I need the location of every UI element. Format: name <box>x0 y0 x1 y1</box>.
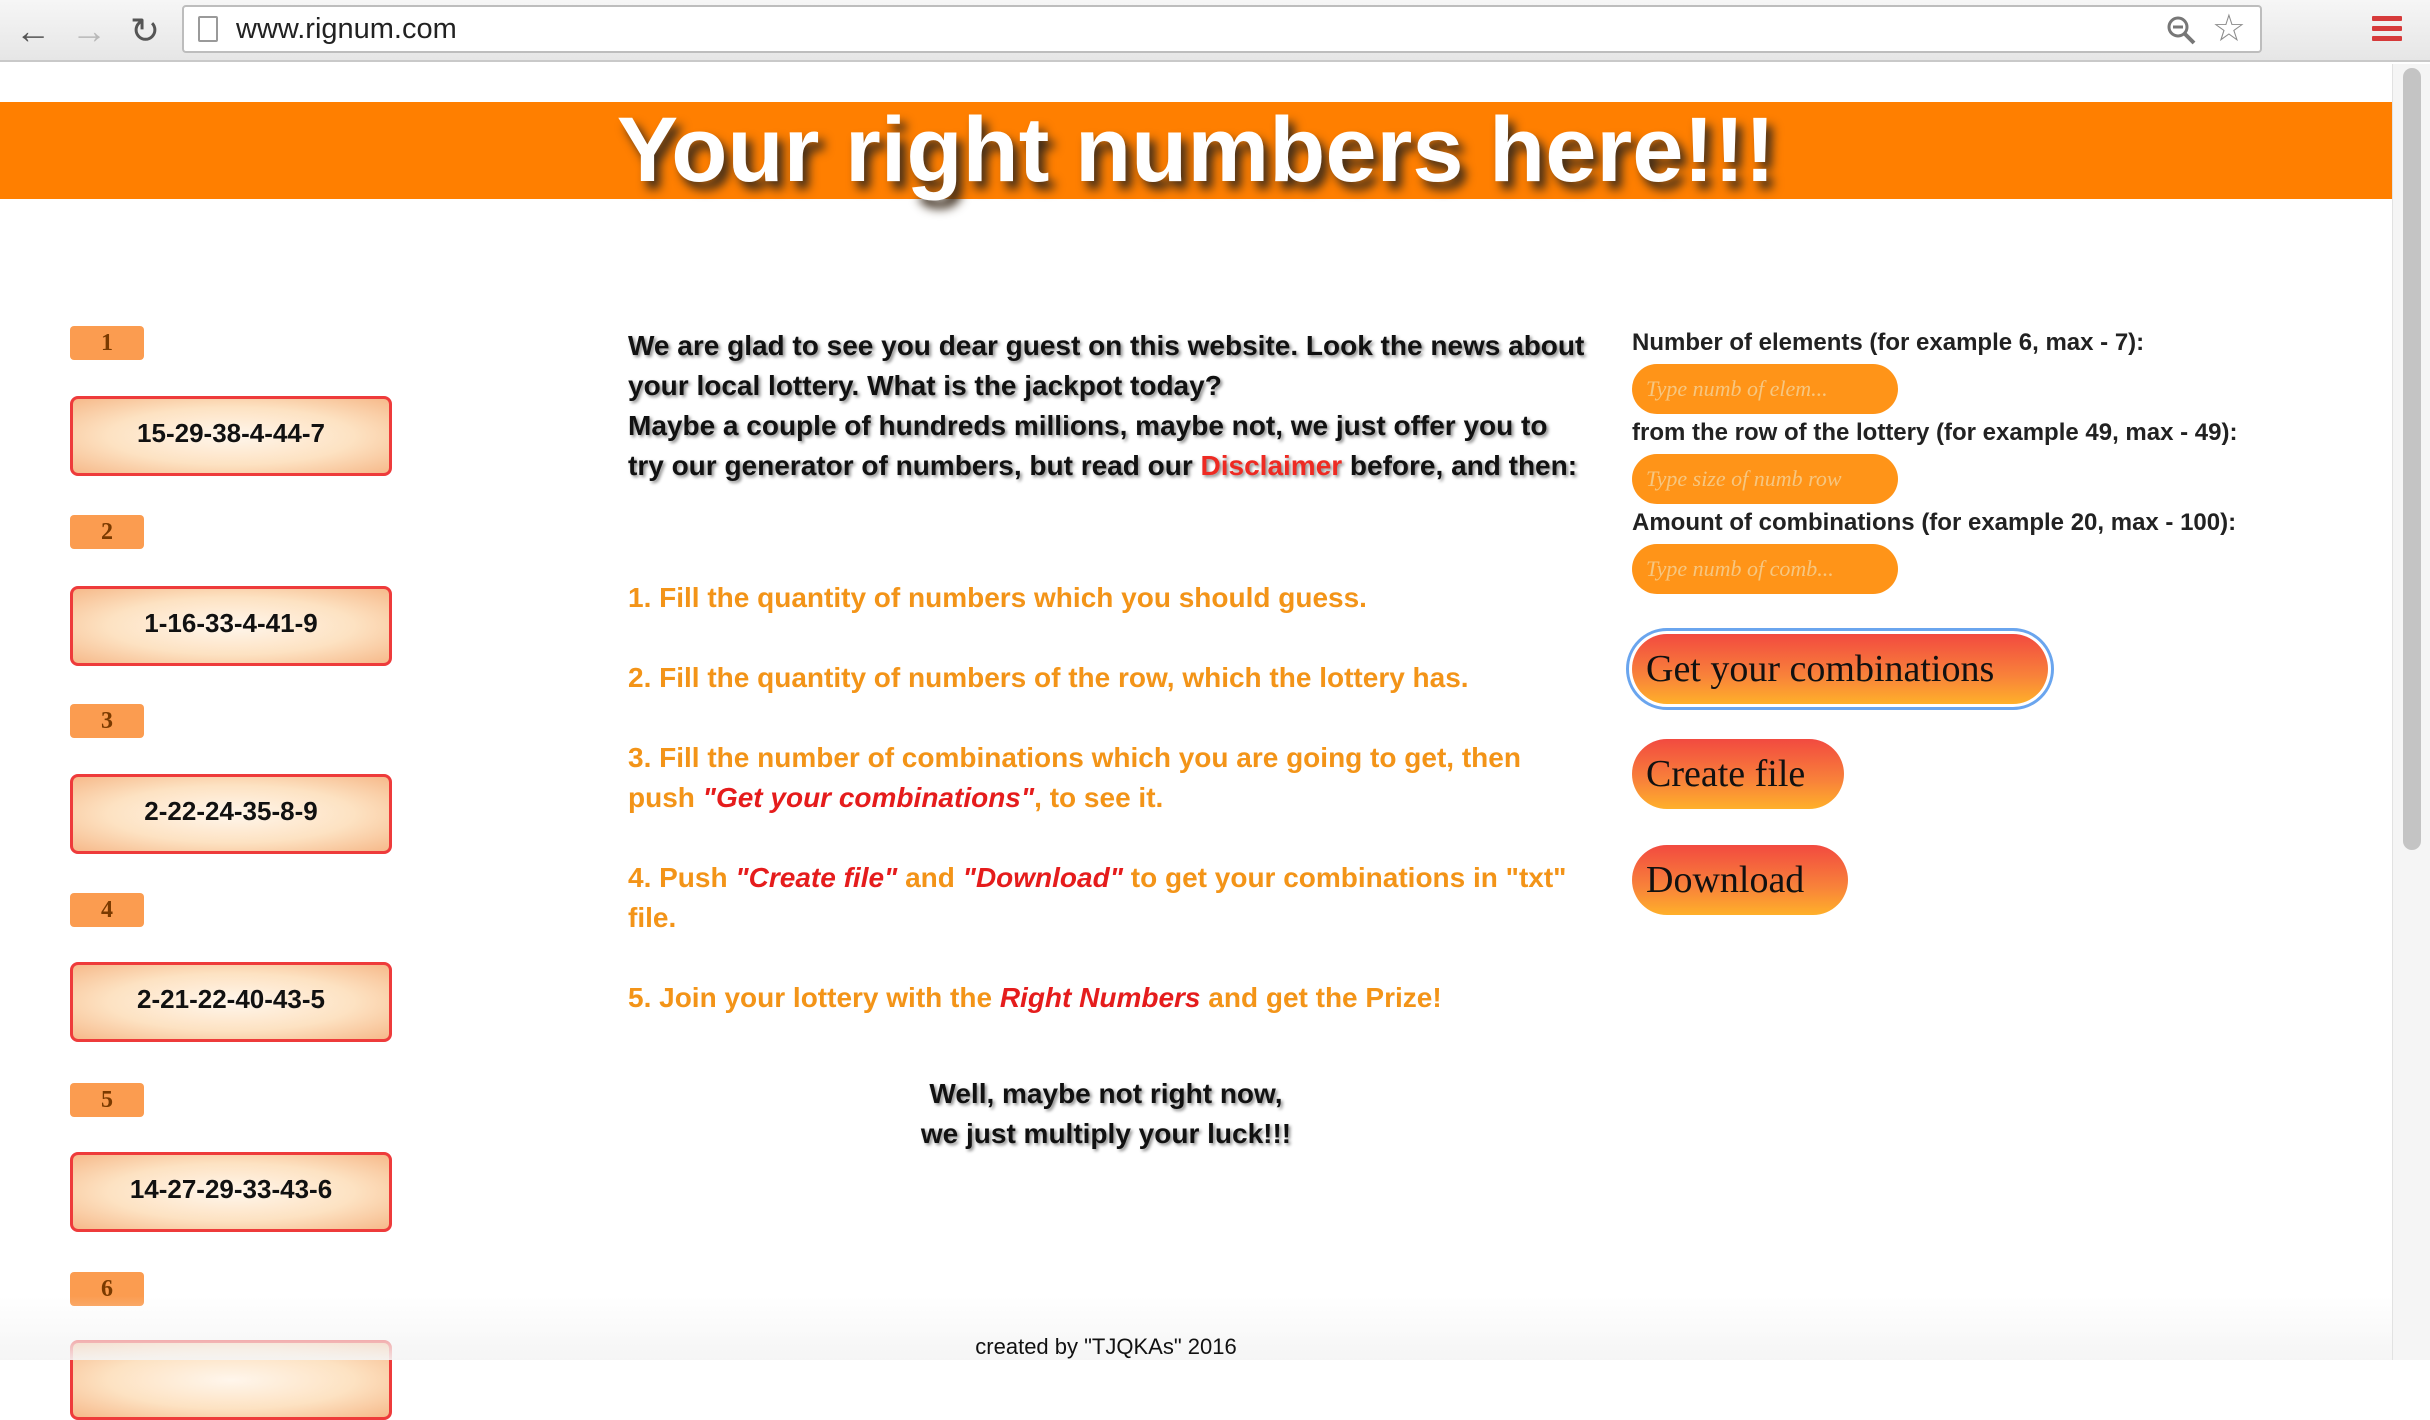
intro-line: We are glad to see you dear guest on thi… <box>628 330 1585 401</box>
combination-card: 15-29-38-4-44-7 <box>70 396 392 476</box>
elements-label: Number of elements (for example 6, max -… <box>1632 329 2145 356</box>
step-text: 5. Join your lottery with the <box>628 982 1000 1013</box>
forward-button[interactable]: → <box>68 10 110 52</box>
combination-index: 5 <box>70 1083 144 1117</box>
reload-button[interactable]: ↻ <box>124 10 166 52</box>
row-size-input[interactable] <box>1632 454 1898 504</box>
arrow-right-icon: → <box>71 10 107 51</box>
combination-card: 14-27-29-33-43-6 <box>70 1152 392 1232</box>
get-combinations-button[interactable]: Get your combinations <box>1626 628 2054 710</box>
star-icon[interactable]: ☆ <box>2212 9 2246 49</box>
combination-card: 2-21-22-40-43-5 <box>70 962 392 1042</box>
create-file-button[interactable]: Create file <box>1632 739 1844 809</box>
url-text[interactable]: www.rignum.com <box>236 7 457 51</box>
step-text: and get the Prize! <box>1200 982 1442 1013</box>
instruction-step: 1. Fill the quantity of numbers which yo… <box>628 582 1367 613</box>
combination-index: 4 <box>70 893 144 927</box>
combination-card: 1-16-33-4-41-9 <box>70 586 392 666</box>
step-text: and <box>897 862 963 893</box>
browser-toolbar: ← → ↻ www.rignum.com ☆ <box>0 0 2430 62</box>
page-title: Your right numbers here!!! <box>616 99 1776 201</box>
combination-index: 3 <box>70 704 144 738</box>
download-button[interactable]: Download <box>1632 845 1848 915</box>
footer-credit: created by "TJQKAs" 2016 <box>975 1334 1237 1359</box>
step-highlight: Right Numbers <box>999 982 1201 1013</box>
step-highlight: "Get your combinations" <box>702 782 1035 813</box>
disclaimer-link[interactable]: Disclaimer <box>1201 450 1343 481</box>
instruction-step: 2. Fill the quantity of numbers of the r… <box>628 662 1469 693</box>
row-label: from the row of the lottery (for example… <box>1632 419 2238 446</box>
closing-line: Well, maybe not right now, <box>929 1078 1283 1109</box>
arrow-left-icon: ← <box>15 10 51 51</box>
closing-line: we just multiply your luck!!! <box>920 1118 1292 1149</box>
instruction-step: 4. Push "Create file" and "Download" to … <box>628 858 1588 938</box>
vertical-scrollbar[interactable] <box>2392 64 2430 1360</box>
combination-card: 2-22-24-35-8-9 <box>70 774 392 854</box>
menu-icon[interactable] <box>2372 16 2402 46</box>
combination-index: 1 <box>70 326 144 360</box>
intro-line: Maybe a couple of hundreds millions, may… <box>628 406 1588 486</box>
page-icon <box>198 16 218 42</box>
reload-icon: ↻ <box>129 10 161 51</box>
zoom-icon[interactable] <box>2166 15 2196 45</box>
page-banner: Your right numbers here!!! <box>0 102 2392 199</box>
back-button[interactable]: ← <box>12 10 54 52</box>
step-text: , to see it. <box>1034 782 1164 813</box>
instructions-list: 1. Fill the quantity of numbers which yo… <box>628 578 1588 1058</box>
combination-index: 2 <box>70 515 144 549</box>
scrollbar-thumb[interactable] <box>2403 68 2421 850</box>
amount-input[interactable] <box>1632 544 1898 594</box>
step-highlight: "Create file" <box>735 862 898 893</box>
elements-input[interactable] <box>1632 364 1898 414</box>
step-highlight: "Download" <box>962 862 1123 893</box>
closing-text: Well, maybe not right now, we just multi… <box>806 1074 1406 1154</box>
instruction-step: 3. Fill the number of combinations which… <box>628 738 1588 818</box>
intro-text-part: before, and then: <box>1342 450 1578 481</box>
instruction-step: 5. Join your lottery with the Right Numb… <box>628 978 1588 1018</box>
combination-index: 6 <box>70 1272 144 1306</box>
intro-text: We are glad to see you dear guest on thi… <box>628 326 1588 486</box>
step-text: 4. Push <box>628 862 736 893</box>
amount-label: Amount of combinations (for example 20, … <box>1632 509 2237 536</box>
address-bar[interactable]: www.rignum.com ☆ <box>182 5 2262 53</box>
